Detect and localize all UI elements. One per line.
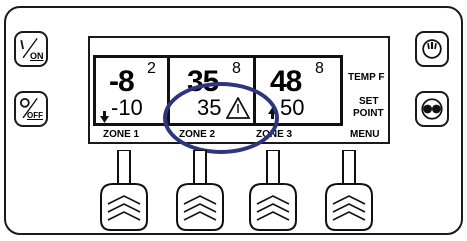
on-label: ON [30, 51, 44, 61]
zone2-decimal: 8 [232, 60, 241, 77]
on-button[interactable]: ON [14, 31, 48, 67]
set-label: SET [359, 96, 379, 107]
pretrip-icon [422, 39, 442, 59]
defrost-button[interactable] [415, 91, 449, 127]
down-arrow-icon [100, 111, 109, 123]
off-button[interactable]: OFF [14, 91, 48, 127]
power-off-icon [19, 97, 38, 119]
softkey-zone1[interactable] [95, 150, 153, 231]
softkey-zone2[interactable] [171, 150, 229, 231]
menu-label: MENU [350, 129, 380, 140]
zone3-decimal: 8 [315, 60, 324, 77]
zone1-current-temp: -8 [109, 65, 135, 98]
pretrip-button[interactable] [415, 31, 449, 67]
softkey-zone3[interactable] [244, 150, 302, 231]
zone-divider [93, 55, 96, 126]
zone-divider [340, 55, 343, 126]
zone1-decimal: 2 [147, 60, 156, 77]
zone3-setpoint: 50 [280, 95, 305, 120]
defrost-icon [421, 98, 443, 120]
softkey-menu[interactable] [320, 150, 378, 231]
zone1-setpoint: -10 [111, 95, 143, 120]
zone2-highlight-circle [163, 82, 279, 154]
point-label: POINT [353, 108, 384, 119]
off-label: OFF [27, 111, 43, 120]
zone3-current-temp: 48 [270, 65, 302, 98]
zone1-label: ZONE 1 [103, 129, 140, 140]
temp-unit-label: TEMP F [348, 72, 385, 83]
